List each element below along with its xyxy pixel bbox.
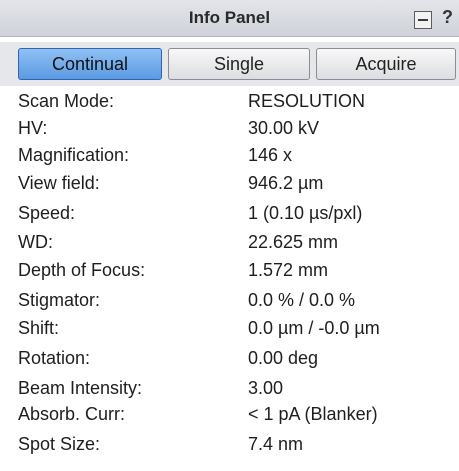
info-row-beam-intensity: Beam Intensity: 3.00 <box>0 375 459 402</box>
info-value: 30.00 kV <box>248 118 320 138</box>
info-row-wd: WD: 22.625 mm <box>0 229 459 256</box>
continual-button[interactable]: Continual <box>18 48 162 80</box>
help-button[interactable]: ? <box>442 7 459 31</box>
info-value: < 1 pA (Blanker) <box>248 404 378 424</box>
info-label: Shift: <box>18 318 60 338</box>
info-row-depth-of-focus: Depth of Focus: 1.572 mm <box>0 257 459 284</box>
single-button[interactable]: Single <box>168 48 310 80</box>
info-value: 22.625 mm <box>248 232 339 252</box>
info-row-scan-mode: Scan Mode: RESOLUTION <box>0 88 459 115</box>
info-label: Spot Size: <box>18 434 101 454</box>
info-label: Magnification: <box>18 145 130 165</box>
info-row-shift: Shift: 0.0 µm / -0.0 µm <box>0 315 459 342</box>
info-label: HV: <box>18 118 48 138</box>
info-value: 946.2 µm <box>248 173 324 193</box>
info-label: Beam Intensity: <box>18 378 143 398</box>
info-row-speed: Speed: 1 (0.10 µs/pxl) <box>0 200 459 227</box>
info-row-view-field: View field: 946.2 µm <box>0 170 459 197</box>
info-panel: Info Panel ? Continual Single Acquire Sc… <box>0 0 459 471</box>
info-row-rotation: Rotation: 0.00 deg <box>0 345 459 372</box>
info-row-absorb-curr: Absorb. Curr: < 1 pA (Blanker) <box>0 401 459 428</box>
panel-title: Info Panel <box>188 8 271 27</box>
info-label: Speed: <box>18 203 76 223</box>
info-label: WD: <box>18 232 53 252</box>
info-label: Depth of Focus: <box>18 260 146 280</box>
info-label: View field: <box>18 173 100 193</box>
info-label: Rotation: <box>18 348 91 368</box>
title-bar: Info Panel ? <box>0 0 459 37</box>
info-row-hv: HV: 30.00 kV <box>0 115 459 142</box>
info-value: 146 x <box>248 145 293 165</box>
info-value: RESOLUTION <box>248 91 366 111</box>
info-value: 1.572 mm <box>248 260 329 280</box>
info-value: 7.4 nm <box>248 434 304 454</box>
info-value: 1 (0.10 µs/pxl) <box>248 203 363 223</box>
info-label: Scan Mode: <box>18 91 115 111</box>
info-label: Stigmator: <box>18 290 101 310</box>
info-label: Absorb. Curr: <box>18 404 126 424</box>
info-row-magnification: Magnification: 146 x <box>0 142 459 169</box>
info-row-spot-size: Spot Size: 7.4 nm <box>0 431 459 458</box>
info-value: 0.0 µm / -0.0 µm <box>248 318 380 338</box>
info-value: 3.00 <box>248 378 284 398</box>
acquire-button[interactable]: Acquire <box>316 48 456 80</box>
minimize-icon[interactable] <box>414 11 432 29</box>
info-row-stigmator: Stigmator: 0.0 % / 0.0 % <box>0 287 459 314</box>
info-value: 0.00 deg <box>248 348 319 368</box>
info-value: 0.0 % / 0.0 % <box>248 290 356 310</box>
